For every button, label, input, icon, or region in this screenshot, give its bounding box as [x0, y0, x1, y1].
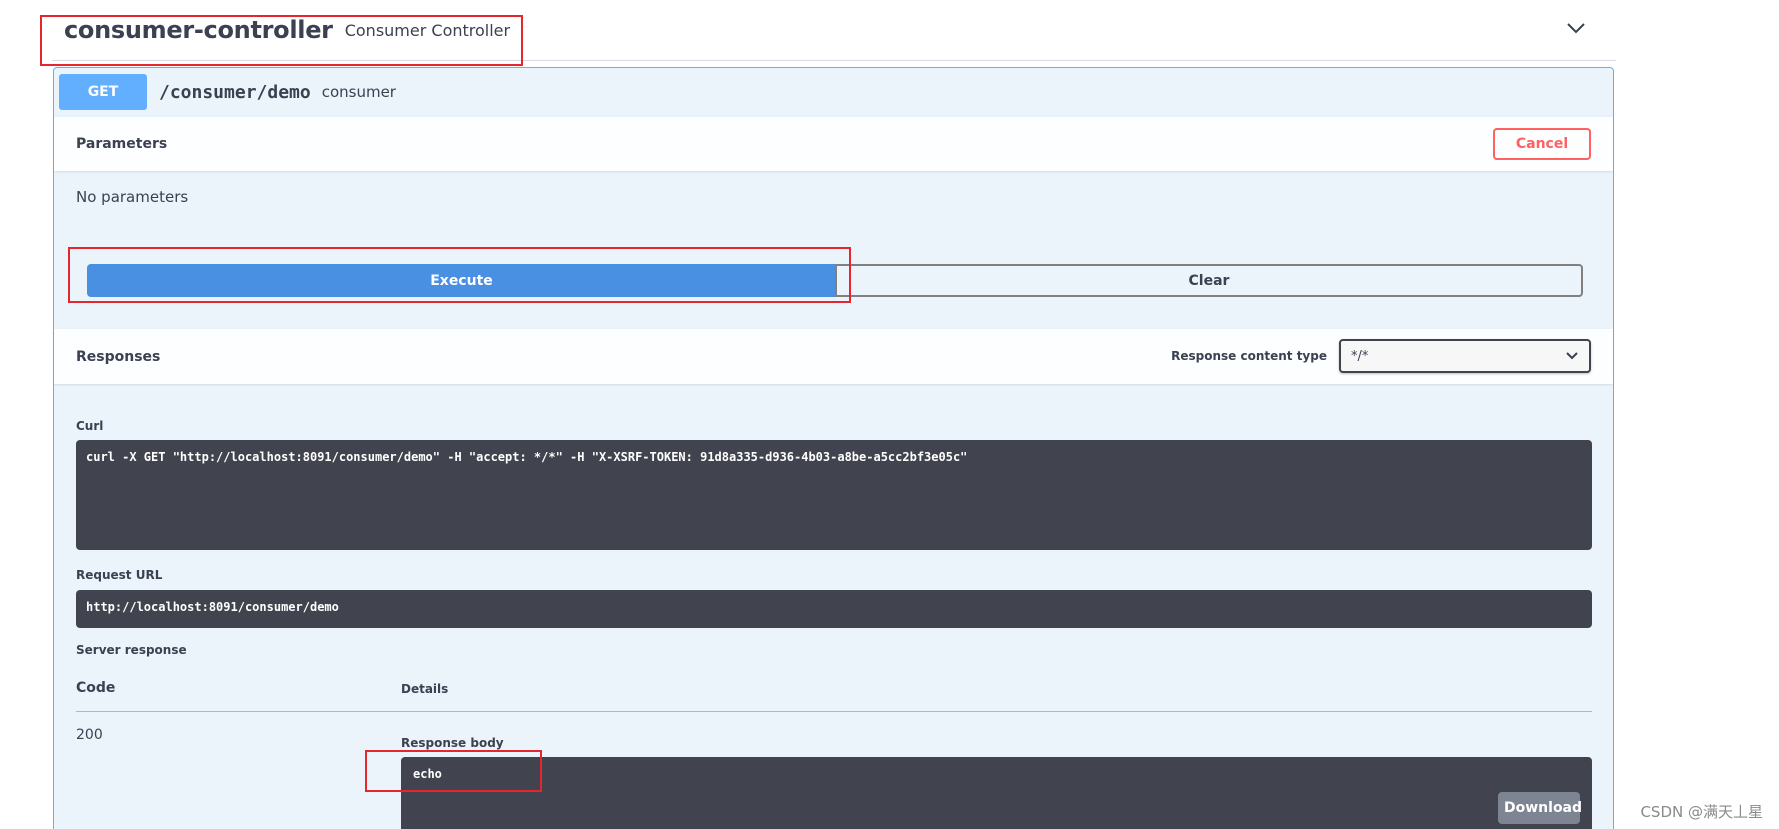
clear-button[interactable]: Clear [835, 264, 1583, 297]
parameters-header: Parameters Cancel [54, 116, 1613, 171]
execute-button[interactable]: Execute [87, 264, 836, 297]
response-body-label: Response body [401, 736, 504, 750]
response-body-text: echo [413, 767, 442, 781]
server-response-label: Server response [76, 643, 187, 657]
chevron-down-icon [1566, 352, 1578, 360]
tag-title: consumer-controller [64, 16, 333, 44]
chevron-down-icon[interactable] [1562, 14, 1590, 42]
response-body[interactable]: echo Download [401, 757, 1592, 829]
curl-label: Curl [76, 419, 104, 433]
response-content-type-label: Response content type [1171, 349, 1327, 363]
code-column-header: Code [76, 680, 116, 696]
cancel-button[interactable]: Cancel [1493, 128, 1591, 160]
request-url-label: Request URL [76, 568, 163, 582]
response-content-type-select[interactable]: */* [1339, 339, 1591, 373]
table-divider [76, 711, 1592, 712]
method-badge: GET [59, 74, 147, 110]
response-status-code: 200 [76, 727, 103, 743]
curl-command[interactable]: curl -X GET "http://localhost:8091/consu… [76, 440, 1592, 550]
tag-description: Consumer Controller [344, 20, 511, 40]
operation-summary-text: consumer [321, 83, 396, 101]
download-button[interactable]: Download [1498, 792, 1582, 824]
parameters-title: Parameters [76, 135, 168, 152]
no-parameters-text: No parameters [76, 188, 189, 206]
operation-summary[interactable]: GET /consumer/demo consumer [54, 68, 1613, 117]
response-content-type-value: */* [1351, 348, 1369, 364]
details-column-header: Details [401, 682, 449, 696]
responses-title: Responses [76, 348, 161, 365]
responses-header: Responses Response content type */* [54, 329, 1613, 384]
operation-path: /consumer/demo [159, 81, 311, 103]
swagger-page: consumer-controller Consumer Controller … [0, 0, 1779, 829]
operation-block: GET /consumer/demo consumer Parameters C… [53, 67, 1614, 829]
request-url-value[interactable]: http://localhost:8091/consumer/demo [76, 590, 1592, 628]
watermark: CSDN @满天丄星 [1640, 803, 1763, 821]
tag-header[interactable]: consumer-controller Consumer Controller [52, 0, 1616, 61]
